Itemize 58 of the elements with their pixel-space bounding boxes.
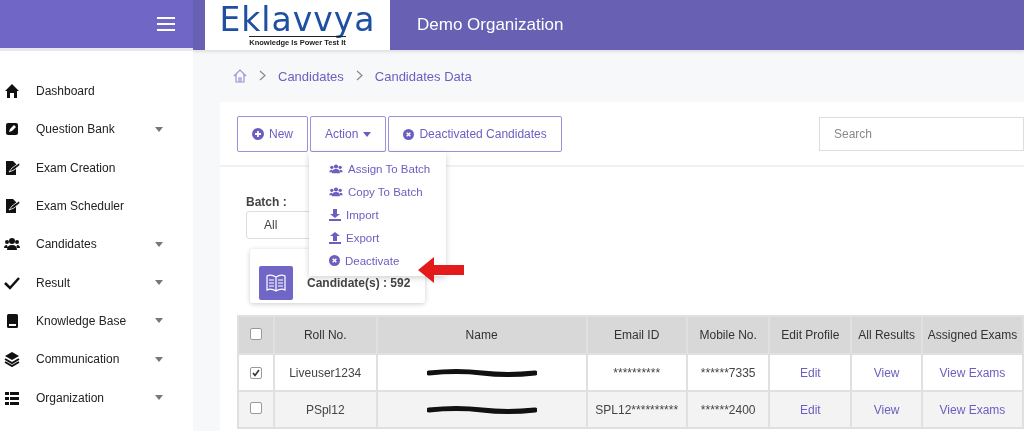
menu-item[interactable]: Copy To Batch [329,180,425,203]
book-icon [259,266,293,300]
sidebar-item[interactable]: Exam Scheduler [0,186,193,226]
add-icon [252,128,264,140]
document-pen-icon [4,198,20,215]
edit-link[interactable]: Edit [800,365,821,380]
view-link[interactable]: View [873,365,900,380]
search-field[interactable]: Search [819,117,1024,151]
download-icon [329,208,341,221]
deactivated-candidates-button[interactable]: Deactivated Candidates [388,116,562,152]
breadcrumb-link[interactable]: Candidates Data [374,68,472,84]
book-icon [4,312,20,329]
caret-icon [363,131,372,137]
users-icon [329,186,343,197]
sidebar-item[interactable]: Candidates [0,225,193,264]
menu-icon[interactable] [157,17,175,31]
candidate-count: Candidate(s) : 592 [307,276,411,290]
column-header: Edit Profile [769,316,852,354]
pencil-icon [4,121,20,138]
sidebar-item[interactable]: Result [0,263,193,302]
new-button[interactable]: New [237,116,308,152]
users-icon [329,163,343,174]
remove-icon [403,128,415,140]
column-header: Mobile No. [686,316,770,354]
column-header: Roll No. [273,316,377,354]
checkbox[interactable] [249,366,262,379]
sidebar-item[interactable]: Exam Creation [0,148,193,187]
column-header: Name [376,316,587,354]
table-cell: SPL12********** [586,391,687,428]
organization-title: Demo Organization [417,15,564,35]
edit-link[interactable]: Edit [800,402,821,417]
table-cell: ******2400 [686,391,770,428]
pointer-arrow [418,257,464,283]
column-header: All Results [851,316,922,354]
action-dropdown-button[interactable]: Action [310,116,387,152]
sidebar-item[interactable]: Dashboard [0,72,193,111]
batch-label: Batch : [246,195,287,209]
list-icon [4,389,20,406]
sidebar-item[interactable]: Question Bank [0,110,193,149]
users-icon [4,236,20,253]
sidebar-item[interactable]: Organization [0,378,193,417]
breadcrumb-link[interactable]: Candidates [278,68,344,84]
checkbox[interactable] [249,327,262,340]
remove-icon [329,255,340,266]
menu-item[interactable]: Deactivate [329,249,402,272]
document-pen-icon [4,159,20,176]
menu-item[interactable]: Assign To Batch [329,157,433,180]
sidebar-item[interactable]: Knowledge Base [0,301,193,341]
home-icon [4,83,20,100]
table-cell: PSpl12 [273,391,377,428]
upload-icon [329,231,341,244]
layers-icon [4,351,20,368]
checkbox[interactable] [249,402,262,414]
view-link[interactable]: View [873,402,900,417]
column-header: Assigned Exams [921,316,1023,354]
home-icon[interactable] [233,69,247,83]
column-header: Email ID [586,316,687,354]
sidebar-item[interactable]: Communication [0,340,193,379]
